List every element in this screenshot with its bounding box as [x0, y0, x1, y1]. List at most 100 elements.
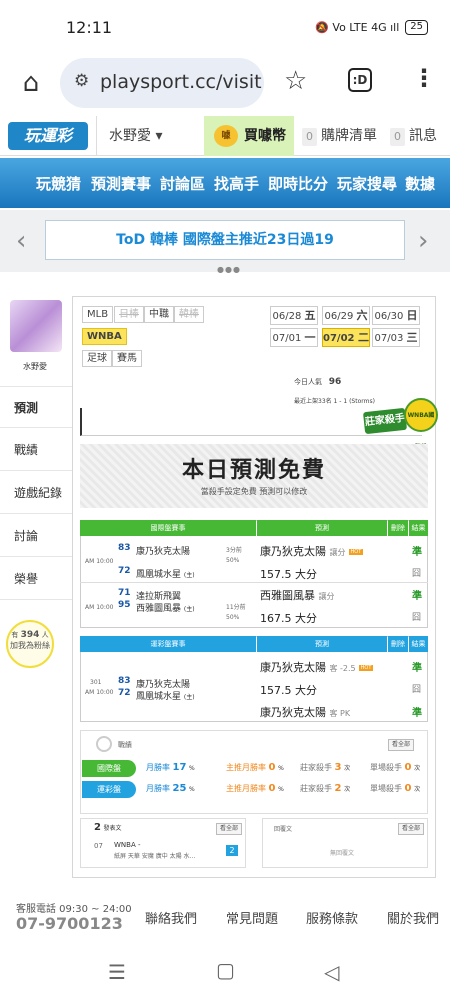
pick-tag: 讓分	[329, 548, 346, 557]
recents-icon[interactable]: ☰	[108, 960, 126, 984]
sidebar-item-game-log[interactable]: 遊戲紀錄	[0, 472, 72, 514]
posts-label: 發表文	[103, 825, 122, 832]
sport-chip-kbo: 韓棒	[174, 306, 204, 323]
address-bar[interactable]: ⚙ playsport.cc/visit	[60, 58, 264, 108]
signal-icons: 🔕 Vo LTE 4G ıll	[315, 21, 400, 34]
main-nav: 玩競猜 預測賽事 討論區 找高手 即時比分 玩家搜尋 數據	[0, 158, 450, 208]
bookmark-star-icon[interactable]: ☆	[284, 66, 307, 96]
weekday-text: 日	[406, 309, 418, 322]
posts-count: 2	[94, 822, 101, 833]
home-nav-icon[interactable]: ▢	[216, 958, 235, 982]
buy-coin-button[interactable]: 噱 買噱幣	[204, 116, 294, 156]
result-hit: 準	[412, 591, 422, 602]
date-tab-selected[interactable]: 07/02 二	[322, 328, 370, 347]
home-tag: (主)	[183, 694, 195, 701]
intl-predictions-table	[80, 520, 428, 628]
sport-chip-mlb[interactable]: MLB	[82, 306, 114, 323]
result-hit: 準	[412, 708, 422, 719]
killer-value: 3	[334, 762, 342, 773]
sidebar-item-discuss[interactable]: 討論	[0, 515, 72, 557]
sidebar-item-predict[interactable]: 預測	[0, 386, 72, 428]
weekday-text: 六	[356, 309, 368, 322]
browser-toolbar: ⌂ ⚙ playsport.cc/visit ☆ :D ⋮	[0, 56, 450, 116]
user-dropdown[interactable]: 水野愛 ▾	[96, 116, 202, 156]
banner-text[interactable]: ToD 韓棒 國際盤主推近23日過19	[45, 220, 405, 260]
pick-text: 西雅圖風暴 讓分	[260, 587, 335, 603]
replies-view-all-button[interactable]: 看全部	[398, 823, 425, 835]
footer-link-about[interactable]: 關於我們	[387, 908, 439, 927]
date-tab[interactable]: 07/01 一	[270, 328, 318, 347]
replies-empty: 無回覆文	[330, 850, 355, 857]
win-label: 月勝率	[146, 763, 170, 772]
record-view-all-button[interactable]: 看全部	[388, 739, 415, 751]
posts-view-all-button[interactable]: 看全部	[216, 823, 243, 835]
nav-item-data[interactable]: 數據	[405, 158, 435, 208]
killer-value: 2	[334, 783, 342, 794]
support-phone[interactable]: 07-9700123	[16, 914, 123, 933]
sport-chip-cpbl[interactable]: 中職	[144, 306, 174, 323]
game-time: AM 10:00	[85, 604, 114, 611]
site-logo[interactable]: 玩運彩	[8, 122, 88, 150]
nav-item-forum[interactable]: 討論區	[160, 158, 205, 208]
main-value: 0	[268, 783, 276, 794]
pick-text: 157.5 大分	[260, 568, 317, 581]
team-name-text: 鳳凰城水星	[136, 570, 182, 580]
msg-label: 訊息	[409, 128, 437, 144]
site-settings-icon[interactable]: ⚙	[74, 71, 89, 91]
nav-item-experts[interactable]: 找高手	[214, 158, 259, 208]
pick-team: 康乃狄克太陽	[260, 706, 326, 719]
sport-chip-soccer[interactable]: 足球	[82, 350, 112, 367]
team-name-text: 西雅圖風暴	[136, 604, 182, 614]
home-icon[interactable]: ⌂	[14, 66, 48, 100]
pick-team: 康乃狄克太陽	[260, 661, 326, 674]
tab-switcher-button[interactable]: :D	[348, 68, 372, 92]
record-row-label-intl: 國際盤	[82, 760, 136, 777]
date-tab[interactable]: 06/30 日	[372, 306, 420, 325]
pick-text: 康乃狄克太陽 客 -2.5 HOT	[260, 659, 374, 675]
nav-item-livescore[interactable]: 即時比分	[268, 158, 328, 208]
table1-header-result: 結果	[409, 520, 428, 536]
fans-bulb[interactable]: 有 394 人 加我為粉絲	[6, 620, 54, 668]
date-tab[interactable]: 07/03 三	[372, 328, 420, 347]
sidebar-item-record[interactable]: 戰績	[0, 429, 72, 471]
messages-link[interactable]: 0 訊息	[384, 116, 450, 156]
hot-badge: HOT	[358, 665, 374, 671]
prediction-input-bar[interactable]	[80, 408, 422, 436]
table2-header-delete: 刪除	[388, 636, 408, 652]
result-hit: 準	[412, 663, 422, 674]
purchase-list-link[interactable]: 0 購牌清單	[296, 116, 382, 156]
sidebar-item-honor[interactable]: 榮譽	[0, 558, 72, 600]
date-tab[interactable]: 06/29 六	[322, 306, 370, 325]
buy-coin-label: 買噱幣	[244, 128, 286, 144]
sport-chip-horse[interactable]: 賽馬	[112, 350, 142, 367]
chevron-down-icon: ▾	[155, 128, 163, 144]
url-text[interactable]: playsport.cc/visit	[100, 71, 262, 93]
more-menu-icon[interactable]: ⋮	[412, 64, 436, 92]
table1-header-game: 國際盤賽事	[80, 520, 256, 536]
free-title: 本日預測免費	[181, 458, 326, 483]
banner-next-icon[interactable]: ›	[418, 226, 428, 256]
promo-banner: ‹ ToD 韓棒 國際盤主推近23日過19 › ●●●	[0, 210, 450, 274]
footer-link-faq[interactable]: 常見問題	[226, 908, 278, 927]
nav-item-play[interactable]: 玩競猜	[36, 158, 81, 208]
fans-prefix: 有	[11, 631, 19, 639]
home-tag: (主)	[183, 606, 195, 613]
nav-item-predict[interactable]: 預測賽事	[91, 158, 151, 208]
date-tab[interactable]: 06/28 五	[270, 306, 318, 325]
record-killer: 莊家殺手 2 次	[300, 783, 351, 794]
back-icon[interactable]: ◁	[324, 960, 339, 984]
replies-title: 回覆文	[274, 826, 293, 833]
pick-text: 157.5 大分	[260, 684, 317, 697]
avatar[interactable]	[10, 300, 62, 352]
banner-prev-icon[interactable]: ‹	[16, 226, 26, 256]
record-title: 戰績	[118, 741, 132, 749]
footer-link-contact[interactable]: 聯絡我們	[145, 908, 197, 927]
record-main-rate: 主推月勝率 0 %	[226, 762, 284, 773]
post-title[interactable]: WNBA -	[114, 841, 141, 849]
footer-link-terms[interactable]: 服務條款	[306, 908, 358, 927]
table2-header-result: 結果	[409, 636, 428, 652]
sport-chip-wnba[interactable]: WNBA	[82, 328, 127, 345]
bet-time: 11分前	[226, 604, 246, 611]
nav-item-player-search[interactable]: 玩家搜尋	[337, 158, 397, 208]
date-text: 06/28	[272, 311, 302, 322]
